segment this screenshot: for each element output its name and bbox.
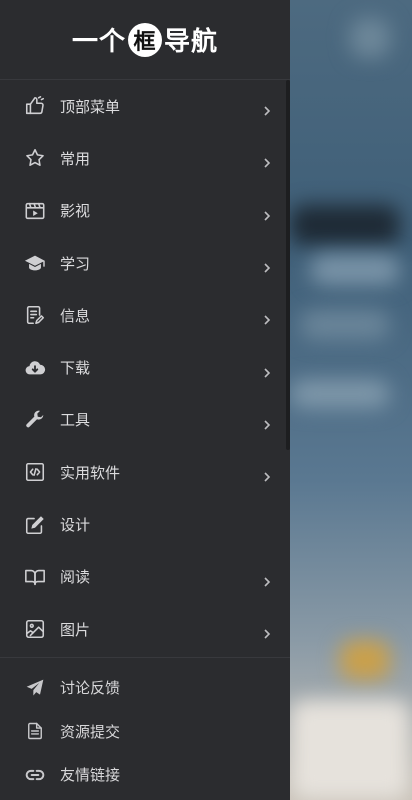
logo-text-end: 导航: [164, 27, 219, 57]
document-edit-icon: [22, 302, 48, 328]
pen-square-icon: [22, 512, 48, 538]
book-open-icon: [22, 564, 48, 590]
image-icon: [22, 616, 48, 642]
chevron-right-icon: [262, 153, 272, 169]
footer-item-label: 友情链接: [60, 766, 121, 785]
menu-item-label: 设计: [60, 516, 91, 535]
footer-item-label: 讨论反馈: [60, 679, 121, 698]
menu-item-study[interactable]: 学习: [0, 237, 290, 289]
chevron-right-icon: [262, 310, 272, 325]
navigation-drawer: 一个 框 导航 顶部菜单 常用 影视 学习 信息 下载 工具 实用软件 设计 阅…: [0, 0, 290, 800]
menu-item-label: 信息: [60, 306, 91, 325]
code-icon: [22, 459, 48, 485]
graduation-cap-icon: [22, 250, 48, 276]
chevron-right-icon: [262, 258, 272, 273]
thumbs-up-icon: [22, 93, 48, 119]
menu-item-top-menu[interactable]: 顶部菜单: [0, 80, 290, 132]
link-icon: [22, 762, 48, 788]
footer-item-label: 资源提交: [60, 722, 121, 741]
menu-scrollbar[interactable]: [286, 80, 290, 450]
background-page: [290, 0, 412, 800]
menu-item-label: 工具: [60, 411, 91, 430]
menu-item-label: 影视: [60, 202, 91, 221]
menu-item-label: 下载: [60, 359, 91, 378]
logo-text: 一个 框 导航: [72, 21, 218, 58]
menu-item-label: 实用软件: [60, 463, 121, 482]
menu-item-tools[interactable]: 工具: [0, 394, 290, 446]
menu-item-label: 阅读: [60, 568, 91, 587]
film-icon: [22, 198, 48, 224]
site-logo[interactable]: 一个 框 导航: [0, 0, 290, 80]
chevron-right-icon: [262, 624, 272, 639]
chevron-right-icon: [262, 415, 272, 430]
menu-item-images[interactable]: 图片: [0, 603, 290, 655]
chevron-right-icon: [262, 467, 272, 482]
main-menu: 顶部菜单 常用 影视 学习 信息 下载 工具 实用软件 设计 阅读 图片: [0, 80, 290, 657]
menu-item-label: 顶部菜单: [60, 97, 121, 116]
menu-item-download[interactable]: 下载: [0, 341, 290, 393]
menu-item-info[interactable]: 信息: [0, 289, 290, 341]
footer-item-friend-links[interactable]: 友情链接: [0, 753, 290, 797]
menu-item-label: 常用: [60, 149, 91, 168]
logo-text-start: 一个: [71, 27, 126, 57]
logo-circled-char: 框: [128, 22, 162, 57]
footer-item-feedback[interactable]: 讨论反馈: [0, 666, 290, 710]
chevron-right-icon: [262, 363, 272, 378]
cloud-download-icon: [22, 355, 48, 381]
chevron-right-icon: [262, 572, 272, 587]
footer-links: 讨论反馈 资源提交 友情链接: [0, 658, 290, 797]
chevron-right-icon: [262, 101, 272, 116]
menu-item-design[interactable]: 设计: [0, 498, 290, 550]
document-lines-icon: [22, 718, 48, 744]
chevron-right-icon: [262, 206, 272, 221]
menu-item-reading[interactable]: 阅读: [0, 551, 290, 603]
wrench-icon: [22, 407, 48, 433]
menu-item-common[interactable]: 常用: [0, 132, 290, 184]
menu-item-label: 图片: [60, 620, 91, 639]
star-icon: [22, 145, 48, 171]
paper-plane-icon: [22, 675, 48, 701]
menu-item-label: 学习: [60, 254, 91, 273]
menu-item-video[interactable]: 影视: [0, 185, 290, 237]
footer-item-submit-resource[interactable]: 资源提交: [0, 710, 290, 754]
menu-item-software[interactable]: 实用软件: [0, 446, 290, 498]
